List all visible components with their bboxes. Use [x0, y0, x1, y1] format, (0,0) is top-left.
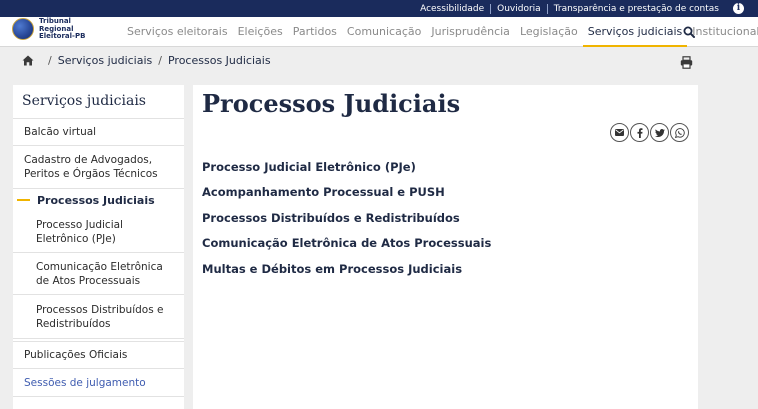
logo-line: Eleitoral-PB: [39, 32, 86, 40]
facebook-icon: [637, 127, 642, 138]
whatsapp-icon: [674, 127, 685, 138]
nav-item-servicos-eleitorais[interactable]: Serviços eleitorais: [122, 17, 233, 47]
nav-item-comunicacao[interactable]: Comunicação: [342, 17, 426, 47]
link-processos-distribuidos[interactable]: Processos Distribuídos e Redistribuídos: [202, 210, 491, 235]
nav-item-institucional[interactable]: Institucional: [687, 17, 758, 47]
content-links: Processo Judicial Eletrônico (PJe) Acomp…: [202, 159, 491, 286]
sidebar-item-sessoes-julgamento[interactable]: Sessões de julgamento: [13, 369, 184, 397]
sidebar-subitem-processos-distribuidos[interactable]: Processos Distribuídos e Redistribuídos: [13, 295, 184, 339]
sidebar-subitem-comunicacao-eletronica[interactable]: Comunicação Eletrônica de Atos Processua…: [13, 253, 184, 295]
whatsapp-share-button[interactable]: [670, 123, 689, 142]
sidebar-item-processos-judiciais-current[interactable]: Processos Judiciais: [13, 189, 184, 211]
breadcrumb-current-page: Processos Judiciais: [167, 54, 271, 67]
nav-item-servicos-judiciais[interactable]: Serviços judiciais: [582, 17, 688, 47]
current-indicator: [17, 199, 30, 201]
utility-links: Acessibilidade Ouvidoria Transparência e…: [414, 0, 744, 17]
link-pje[interactable]: Processo Judicial Eletrônico (PJe): [202, 159, 491, 184]
breadcrumb: / Serviços judiciais / Processos Judicia…: [22, 54, 271, 67]
link-comunicacao-eletronica[interactable]: Comunicação Eletrônica de Atos Processua…: [202, 235, 491, 260]
link-multas-debitos[interactable]: Multas e Débitos em Processos Judiciais: [202, 261, 491, 286]
sidebar-item-cadastro-advogados[interactable]: Cadastro de Advogados, Peritos e Órgãos …: [13, 146, 184, 189]
email-icon: [615, 129, 624, 136]
sidebar-title: Serviços judiciais: [13, 85, 184, 119]
info-icon[interactable]: i: [733, 3, 744, 14]
page-title: Processos Judiciais: [202, 89, 461, 118]
sidebar-item-balcao-virtual[interactable]: Balcão virtual: [13, 119, 184, 146]
twitter-icon: [654, 128, 665, 137]
transparency-link[interactable]: Transparência e prestação de contas: [548, 4, 725, 14]
breadcrumb-separator: /: [158, 54, 162, 67]
print-icon[interactable]: [680, 56, 693, 69]
section-sidebar: Serviços judiciais Balcão virtual Cadast…: [13, 85, 184, 409]
nav-item-jurisprudencia[interactable]: Jurisprudência: [426, 17, 515, 47]
tre-pb-logo[interactable]: Tribunal Regional Eleitoral-PB: [12, 17, 95, 41]
breadcrumb-servicos-judiciais[interactable]: Serviços judiciais: [58, 54, 153, 67]
share-buttons: [609, 123, 689, 142]
nav-item-partidos[interactable]: Partidos: [288, 17, 342, 47]
logo-wordmark: Tribunal Regional Eleitoral-PB: [39, 17, 95, 41]
email-share-button[interactable]: [610, 123, 629, 142]
main-content: Processos Judiciais Processo Judicial El…: [193, 85, 698, 409]
twitter-share-button[interactable]: [650, 123, 669, 142]
sidebar-subitem-pje[interactable]: Processo Judicial Eletrônico (PJe): [13, 211, 184, 253]
facebook-share-button[interactable]: [630, 123, 649, 142]
sidebar-current-label: Processos Judiciais: [37, 193, 155, 207]
nav-item-legislacao[interactable]: Legislação: [515, 17, 583, 47]
home-icon[interactable]: [22, 55, 34, 66]
sidebar-item-publicacoes-oficiais[interactable]: Publicações Oficiais: [13, 341, 184, 369]
main-nav: Serviços eleitorais Eleições Partidos Co…: [122, 17, 758, 47]
site-header: Tribunal Regional Eleitoral-PB Serviços …: [0, 17, 758, 47]
breadcrumb-separator: /: [48, 54, 52, 67]
top-utility-bar: Acessibilidade Ouvidoria Transparência e…: [0, 0, 758, 17]
nav-item-eleicoes[interactable]: Eleições: [233, 17, 288, 47]
accessibility-link[interactable]: Acessibilidade: [414, 4, 490, 14]
ombudsman-link[interactable]: Ouvidoria: [491, 4, 547, 14]
globe-emblem-icon: [12, 18, 34, 41]
search-icon[interactable]: [683, 26, 695, 38]
link-acompanhamento-processual[interactable]: Acompanhamento Processual e PUSH: [202, 184, 491, 209]
